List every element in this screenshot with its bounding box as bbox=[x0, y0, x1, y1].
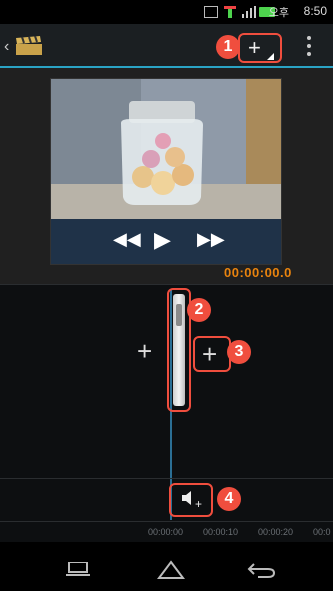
play-button[interactable]: ▶ bbox=[154, 227, 171, 253]
audio-track-divider bbox=[0, 478, 333, 479]
add-media-button[interactable]: + bbox=[238, 33, 282, 63]
ruler-label: 00:0 bbox=[313, 527, 331, 537]
app-bar bbox=[0, 24, 333, 66]
callout-badge: 3 bbox=[227, 340, 251, 364]
fast-forward-button[interactable]: ▶▶ bbox=[197, 229, 225, 250]
clip-handle[interactable] bbox=[173, 294, 185, 406]
timeline-divider bbox=[0, 284, 333, 285]
status-ampm: 오후 bbox=[268, 7, 289, 19]
ruler-label: 00:00:20 bbox=[258, 527, 294, 537]
recent-apps-icon[interactable] bbox=[66, 562, 90, 576]
chevron-left-icon[interactable]: ‹ bbox=[4, 38, 9, 56]
timecode-display: 00:00:00.0 bbox=[224, 265, 292, 280]
time-ruler: 00:00:00 00:00:10 00:00:20 00:0 bbox=[0, 522, 333, 542]
overflow-menu-icon[interactable] bbox=[307, 36, 313, 58]
speaker-icon bbox=[182, 491, 191, 505]
plus-icon: + bbox=[202, 339, 218, 369]
home-icon[interactable] bbox=[157, 560, 185, 580]
gallery-icon bbox=[204, 6, 218, 18]
add-clip-after-button[interactable]: + bbox=[193, 336, 231, 372]
wifi-icon bbox=[224, 6, 236, 18]
add-audio-button[interactable]: + bbox=[169, 483, 213, 517]
status-time: 8:50 bbox=[303, 4, 327, 18]
clapperboard-icon[interactable] bbox=[14, 36, 44, 56]
plus-icon: + bbox=[248, 35, 261, 60]
plus-icon: + bbox=[195, 497, 203, 511]
signal-icon bbox=[242, 6, 256, 18]
callout-badge: 4 bbox=[217, 487, 241, 511]
rewind-button[interactable]: ◀◀ bbox=[113, 229, 141, 250]
callout-badge: 2 bbox=[187, 298, 211, 322]
video-preview[interactable]: ◀◀ ▶ ▶▶ bbox=[50, 78, 282, 265]
player-controls: ◀◀ ▶ ▶▶ bbox=[51, 219, 281, 264]
video-frame-image bbox=[51, 79, 281, 219]
ruler-label: 00:00:00 bbox=[148, 527, 184, 537]
add-clip-before-button[interactable]: + bbox=[137, 336, 152, 367]
grip-icon bbox=[176, 304, 182, 326]
ruler-label: 00:00:10 bbox=[203, 527, 239, 537]
corner-triangle-icon bbox=[267, 53, 274, 60]
callout-badge: 1 bbox=[216, 35, 240, 59]
back-icon[interactable] bbox=[246, 560, 276, 580]
